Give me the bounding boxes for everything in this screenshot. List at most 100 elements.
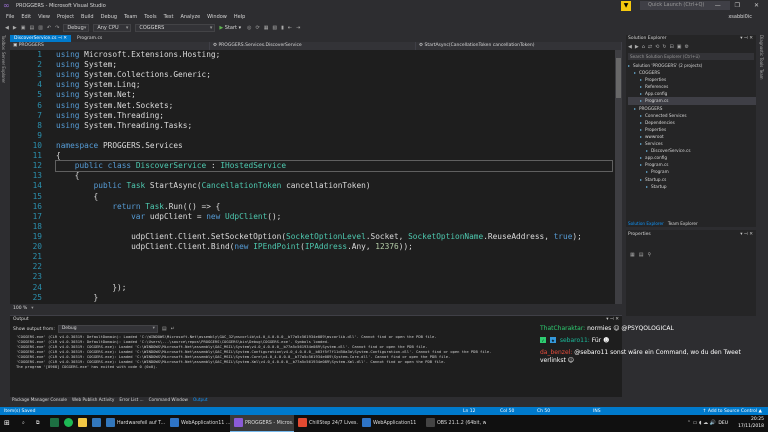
hot-reload-icon[interactable]: ⟳ xyxy=(255,25,259,31)
input-language[interactable]: DEU xyxy=(718,421,728,426)
editor-vertical-scrollbar[interactable] xyxy=(615,50,622,304)
start-button[interactable]: ▶ Start ▾ xyxy=(219,25,241,31)
clear-all-icon[interactable]: ▤ xyxy=(162,326,167,332)
tree-item[interactable]: ▸ Startup.cs xyxy=(628,176,756,183)
menu-item-view[interactable]: View xyxy=(38,14,50,20)
taskbar-app[interactable]: OBS 21.1.2 (64bit, w... xyxy=(422,415,486,432)
menu-item-help[interactable]: Help xyxy=(234,14,245,20)
properties-window-controls[interactable]: ▾ ⊣ ✕ xyxy=(740,232,753,237)
code-line[interactable]: using System.Linq; xyxy=(56,80,612,90)
code-line[interactable]: udpClient.Client.SetSocketOption(SocketO… xyxy=(56,232,612,242)
tree-item[interactable]: ▸ Connected Services xyxy=(628,112,756,119)
property-pages-icon[interactable]: ⚲ xyxy=(647,252,651,258)
code-line[interactable]: var udpClient = new UdpClient(); xyxy=(56,212,612,222)
alphabetical-icon[interactable]: ▤ xyxy=(639,252,644,258)
taskbar-app[interactable]: WebApplication11 ... xyxy=(166,415,230,432)
browser-link-icon[interactable]: ◎ xyxy=(247,25,251,31)
panel-tab[interactable]: Team Explorer xyxy=(668,221,698,228)
tree-item[interactable]: ▸ Services xyxy=(628,140,756,147)
code-line[interactable]: using System.Threading; xyxy=(56,111,612,121)
tree-item[interactable]: ▸ Dependencies xyxy=(628,119,756,126)
code-line[interactable]: }); xyxy=(56,283,612,293)
code-line[interactable] xyxy=(56,262,612,272)
output-window-controls[interactable]: ▾ ⊣ ✕ xyxy=(606,317,619,322)
system-clock[interactable]: 20:25 17/11/2018 xyxy=(738,416,764,430)
menu-item-debug[interactable]: Debug xyxy=(101,14,117,20)
code-line[interactable]: using Microsoft.Extensions.Hosting; xyxy=(56,50,612,60)
collapse-all-icon[interactable]: ⊟ xyxy=(670,44,674,50)
feedback-filter-icon[interactable]: ▼ xyxy=(621,1,631,11)
system-tray-icons[interactable]: ⌃ ▭ ◖ ☁ 🔊 xyxy=(687,420,716,426)
tree-item[interactable]: ▸ References xyxy=(628,83,756,90)
indent-icon[interactable]: ⇥ xyxy=(296,25,300,31)
code-line[interactable]: using System.Net.Sockets; xyxy=(56,101,612,111)
configuration-select[interactable]: Debug xyxy=(63,23,90,32)
code-line[interactable] xyxy=(56,131,612,141)
code-line[interactable]: } xyxy=(56,293,612,303)
outdent-icon[interactable]: ⇤ xyxy=(288,25,292,31)
menu-item-window[interactable]: Window xyxy=(207,14,227,20)
redo-icon[interactable]: ↷ xyxy=(55,25,59,31)
menu-item-build[interactable]: Build xyxy=(81,14,94,20)
panel-window-controls[interactable]: ▾ ⊣ ✕ xyxy=(740,36,753,41)
categorized-icon[interactable]: ▦ xyxy=(630,252,635,258)
search-icon[interactable]: ⌕ xyxy=(18,415,32,432)
show-all-files-icon[interactable]: ▣ xyxy=(677,44,682,50)
properties-icon[interactable]: ⚙ xyxy=(684,44,688,50)
pending-changes-icon[interactable]: ⟲ xyxy=(655,44,659,50)
window-controls[interactable]: — ❐ ✕ xyxy=(715,2,765,9)
tree-item[interactable]: ▸ Program.cs xyxy=(628,161,756,168)
tree-item[interactable]: ▸ App.config xyxy=(628,90,756,97)
solution-search-input[interactable]: Search Solution Explorer (Ctrl+ü) xyxy=(628,53,754,60)
sync-icon[interactable]: ⇄ xyxy=(648,44,652,50)
bottom-tab[interactable]: Web Publish Activity xyxy=(72,397,114,404)
tree-item[interactable]: ▸ DiscoverService.cs xyxy=(628,147,756,154)
windows-start-icon[interactable]: ⊞ xyxy=(0,415,18,432)
member-dropdown[interactable]: ⚙ StartAsync(CancellationToken cancellat… xyxy=(416,41,622,50)
tree-item[interactable]: ▸ Solution 'PROGGERS' (2 projects) xyxy=(628,62,756,69)
tree-item[interactable]: ▸ Program.cs xyxy=(628,97,756,105)
team-tab[interactable]: Team xyxy=(759,69,764,80)
refresh-icon[interactable]: ↻ xyxy=(662,44,666,50)
code-line[interactable]: { xyxy=(56,171,612,181)
code-line[interactable]: public Task StartAsync(CancellationToken… xyxy=(56,181,612,191)
tree-item[interactable]: ▸ COGGERS xyxy=(628,69,756,76)
code-line[interactable]: namespace PROGGERS.Services xyxy=(56,141,612,151)
startup-project-select[interactable]: COGGERS xyxy=(135,23,216,32)
tree-item[interactable]: ▸ wwwroot xyxy=(628,133,756,140)
code-line[interactable] xyxy=(56,222,612,232)
back-icon[interactable]: ◀ xyxy=(628,44,632,50)
tree-item[interactable]: ▸ Program xyxy=(628,168,756,175)
task-view-icon[interactable]: ⧉ xyxy=(32,415,46,432)
spotify-icon[interactable] xyxy=(60,415,74,432)
taskbar-app[interactable]: WebApplication11 xyxy=(358,415,422,432)
tree-item[interactable]: ▸ Properties xyxy=(628,126,756,133)
menu-item-file[interactable]: File xyxy=(6,14,14,20)
file-explorer-icon[interactable] xyxy=(74,415,88,432)
code-line[interactable]: using System; xyxy=(56,60,612,70)
menu-item-test[interactable]: Test xyxy=(164,14,174,20)
code-line[interactable]: using System.Collections.Generic; xyxy=(56,70,612,80)
bottom-tab[interactable]: Command Window xyxy=(149,397,188,404)
zoom-level[interactable]: 100 % xyxy=(13,306,27,311)
code-editor[interactable]: 1 2 3 4 5 6 7 8 9 10 11 12 13 14 15 16 17 18 19 20 21 22 23 24 2… xyxy=(10,50,622,304)
toolbox-tab[interactable]: Toolbox xyxy=(1,35,6,50)
bottom-tab[interactable]: Package Manager Console xyxy=(12,397,67,404)
save-all-icon[interactable]: ▥ xyxy=(38,25,43,31)
code-line[interactable] xyxy=(56,272,612,282)
close-icon[interactable]: ✕ xyxy=(63,36,67,41)
home-icon[interactable]: ⌂ xyxy=(642,44,645,50)
excel-icon[interactable] xyxy=(46,415,60,432)
diagnostic-tools-tab[interactable]: Diagnostic Tools xyxy=(759,35,764,67)
taskbar-app[interactable]: PROGGERS - Micros... xyxy=(230,415,294,432)
menu-item-project[interactable]: Project xyxy=(57,14,74,20)
menu-item-analyze[interactable]: Analyze xyxy=(180,14,200,20)
bottom-tab[interactable]: Error List ... xyxy=(119,397,143,404)
code-line-current[interactable]: public class DiscoverService : IHostedSe… xyxy=(55,160,613,173)
user-account[interactable]: xsabbi0ic xyxy=(728,14,752,20)
new-file-icon[interactable]: ▣ xyxy=(21,25,26,31)
tree-item[interactable]: ▸ Properties xyxy=(628,76,756,83)
edge-icon[interactable] xyxy=(88,415,102,432)
menu-item-team[interactable]: Team xyxy=(124,14,137,20)
zoom-dropdown-icon[interactable]: ▾ xyxy=(31,306,33,311)
